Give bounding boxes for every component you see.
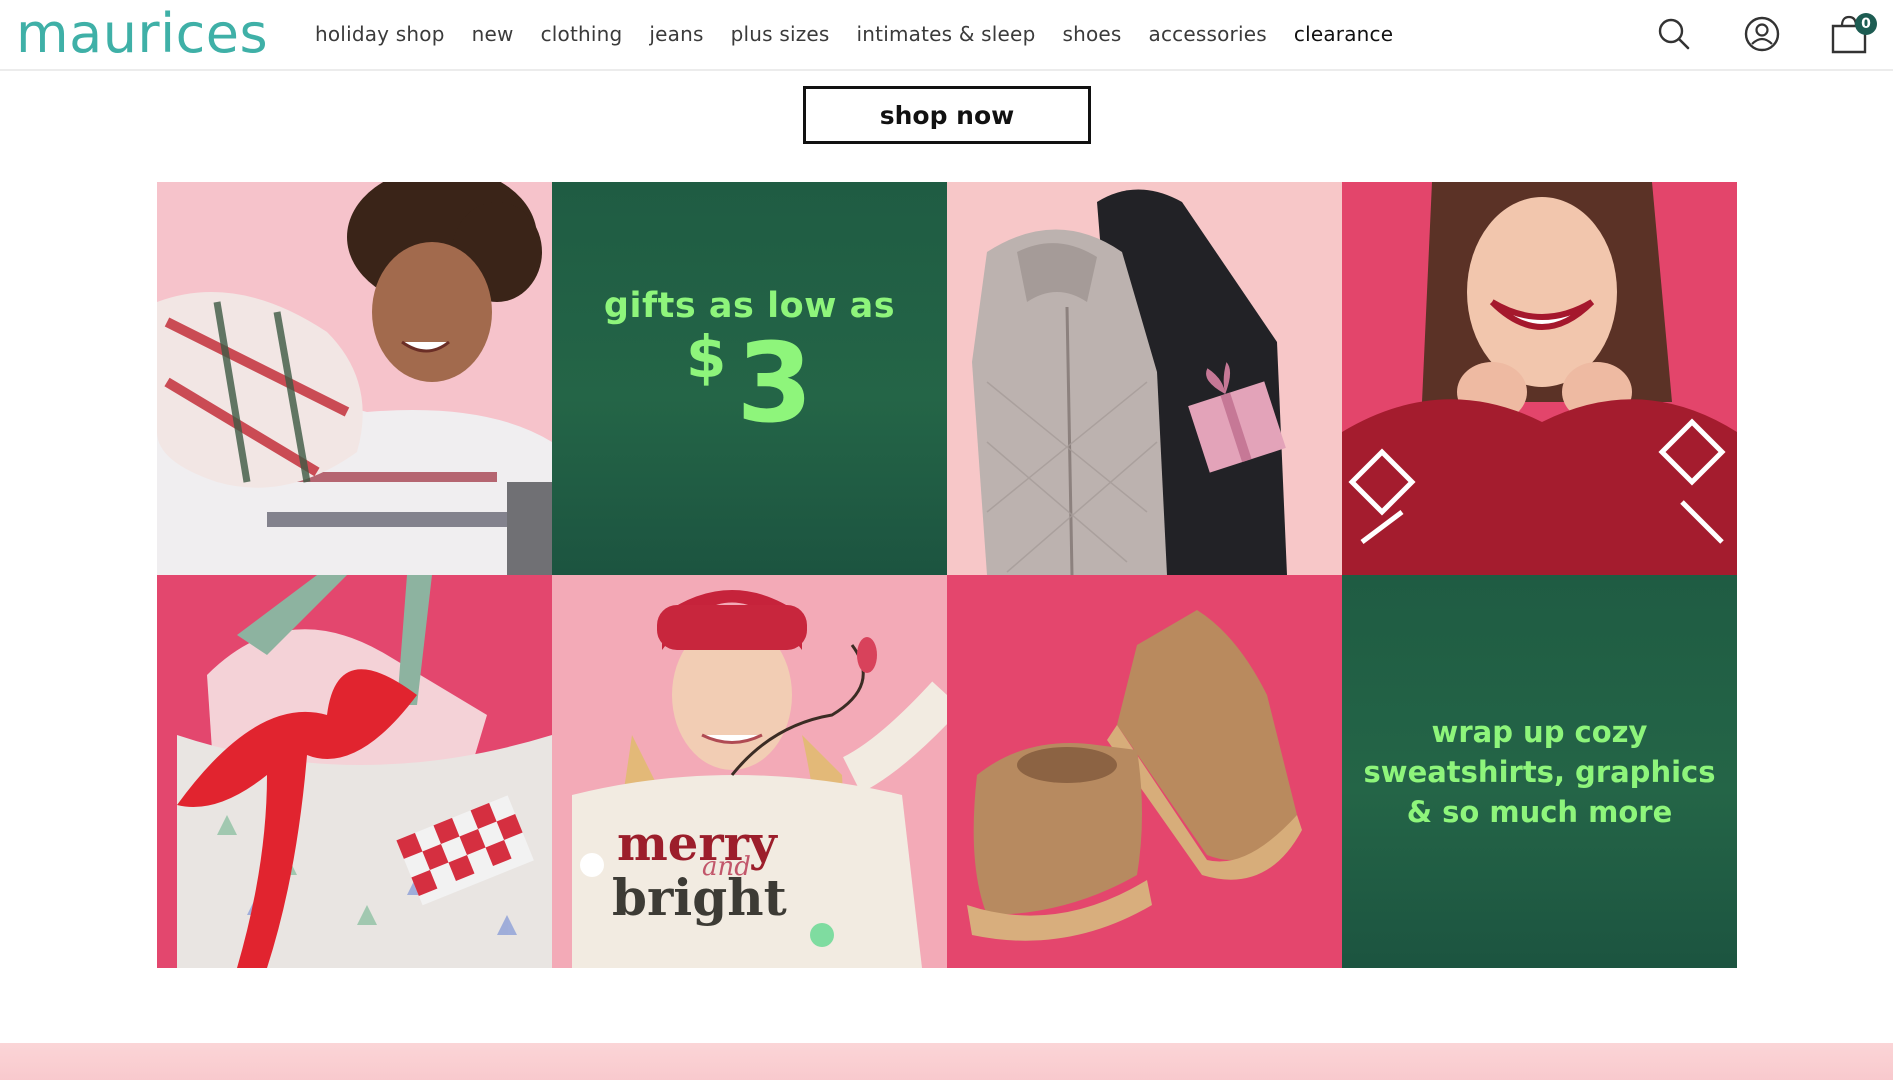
cozy-line-2: sweatshirts, graphics — [1363, 755, 1716, 789]
site-header: maurices holiday shop new clothing jeans… — [0, 0, 1893, 71]
gift-bag-image — [157, 575, 552, 968]
cart-count-badge: 0 — [1855, 13, 1877, 35]
cozy-headline: wrap up cozy sweatshirts, graphics & so … — [1342, 712, 1737, 832]
nav-new[interactable]: new — [472, 20, 514, 48]
gift-bag-tile[interactable] — [157, 575, 552, 968]
nav-accessories[interactable]: accessories — [1149, 20, 1267, 48]
pink-footer-band — [0, 1043, 1893, 1080]
account-icon[interactable] — [1740, 12, 1784, 56]
cozy-promo-tile[interactable]: wrap up cozy sweatshirts, graphics & so … — [1342, 575, 1737, 968]
cart-icon[interactable]: 0 — [1827, 12, 1877, 56]
vests-image — [947, 182, 1342, 575]
merry-bright-image: merry and bright — [552, 575, 947, 968]
price-currency: $ — [686, 323, 727, 391]
cozy-line-1: wrap up cozy — [1431, 715, 1648, 749]
gifts-promo-tile[interactable]: gifts as low as $3 — [552, 182, 947, 575]
nav-clothing[interactable]: clothing — [541, 20, 623, 48]
scarf-model-image — [157, 182, 552, 575]
vests-tile[interactable] — [947, 182, 1342, 575]
main-nav: holiday shop new clothing jeans plus siz… — [315, 20, 1420, 48]
nav-holiday-shop[interactable]: holiday shop — [315, 20, 445, 48]
holiday-promo-grid: gifts as low as $3 merry and bright wrap… — [157, 182, 1737, 968]
cozy-line-3: & so much more — [1406, 795, 1673, 829]
price-amount: 3 — [736, 319, 813, 447]
nav-clearance[interactable]: clearance — [1294, 20, 1393, 48]
search-icon[interactable] — [1652, 12, 1696, 56]
red-sweater-image — [1342, 182, 1737, 575]
shop-now-button[interactable]: shop now — [803, 86, 1091, 144]
merry-bright-tile[interactable]: merry and bright — [552, 575, 947, 968]
nav-intimates-sleep[interactable]: intimates & sleep — [857, 20, 1036, 48]
nav-jeans[interactable]: jeans — [649, 20, 703, 48]
nav-shoes[interactable]: shoes — [1062, 20, 1121, 48]
gifts-price: $3 — [552, 323, 947, 438]
red-sweater-tile[interactable] — [1342, 182, 1737, 575]
sweater-word-merry: merry — [617, 816, 779, 872]
sweater-word-bright: bright — [612, 868, 787, 927]
maurices-logo[interactable]: maurices — [16, 4, 268, 64]
scarf-model-tile[interactable] — [157, 182, 552, 575]
boots-image — [947, 575, 1342, 968]
boots-tile[interactable] — [947, 575, 1342, 968]
nav-plus-sizes[interactable]: plus sizes — [731, 20, 830, 48]
